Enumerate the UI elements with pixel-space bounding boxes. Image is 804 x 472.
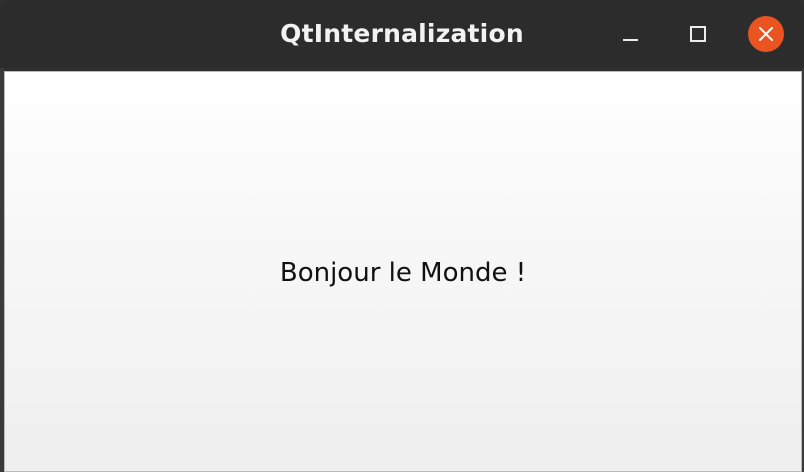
close-button[interactable]	[748, 16, 784, 52]
title-bar[interactable]: QtInternalization	[0, 0, 804, 68]
close-icon	[759, 27, 773, 41]
maximize-button[interactable]	[680, 16, 716, 52]
minimize-button[interactable]	[612, 16, 648, 52]
app-window: QtInternalization Bonjour le Monde !	[0, 0, 804, 472]
main-content-area: Bonjour le Monde !	[4, 71, 802, 472]
close-button-circle	[748, 16, 784, 52]
maximize-icon	[690, 26, 706, 42]
greeting-label: Bonjour le Monde !	[279, 258, 527, 288]
minimize-icon	[622, 39, 638, 41]
